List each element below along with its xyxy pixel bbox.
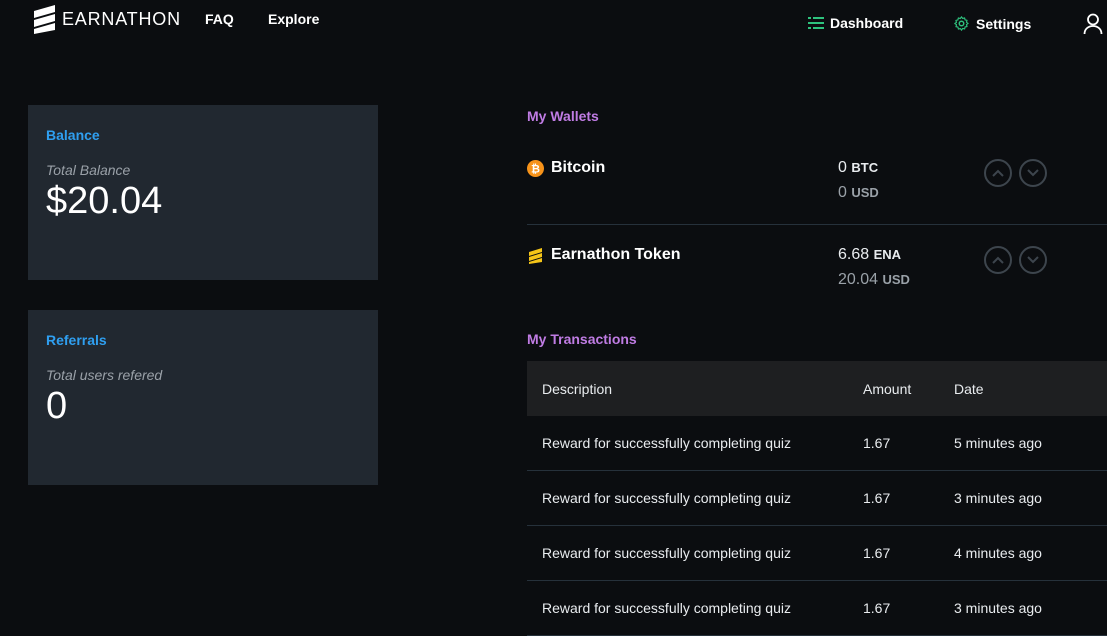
- gear-icon: [954, 16, 969, 31]
- tx-description: Reward for successfully completing quiz: [542, 435, 791, 451]
- wallet-row-earnathon-token: Earnathon Token 6.68 ENA 20.04 USD: [527, 237, 1107, 317]
- tx-amount: 1.67: [863, 490, 891, 506]
- chevron-down-icon: [1027, 256, 1039, 264]
- wallet-send-button[interactable]: [984, 246, 1012, 274]
- wallet-usd-value: 20.04 USD: [838, 271, 910, 288]
- tx-amount: 1.67: [863, 435, 891, 451]
- tx-amount: 1.67: [863, 545, 891, 561]
- brand-logo[interactable]: EARNATHON: [31, 4, 181, 34]
- nav-dashboard-link[interactable]: Dashboard: [808, 15, 903, 31]
- table-row: Reward for successfully completing quiz …: [527, 471, 1107, 526]
- nav-settings-link[interactable]: Settings: [953, 15, 1031, 32]
- table-row: Reward for successfully completing quiz …: [527, 526, 1107, 581]
- chevron-up-icon: [992, 256, 1004, 264]
- earnathon-logo-icon: [34, 5, 55, 34]
- wallet-receive-button[interactable]: [1019, 159, 1047, 187]
- table-row: Reward for successfully completing quiz …: [527, 581, 1107, 636]
- wallet-usd-value: 0 USD: [838, 184, 879, 201]
- bitcoin-icon: ₿: [527, 160, 544, 177]
- dashboard-icon: [808, 17, 824, 29]
- tx-date: 5 minutes ago: [954, 435, 1042, 451]
- wallets-section-title: My Wallets: [527, 108, 599, 124]
- column-header-date: Date: [954, 380, 984, 397]
- chevron-down-icon: [1027, 169, 1039, 177]
- top-navbar: EARNATHON FAQ Explore Dashboard Settings: [0, 0, 1107, 44]
- brand-name: EARNATHON: [62, 8, 181, 29]
- referrals-value: 0: [46, 385, 68, 427]
- tx-description: Reward for successfully completing quiz: [542, 600, 791, 616]
- dashboard-label: Dashboard: [830, 15, 904, 31]
- table-row: Reward for successfully completing quiz …: [527, 416, 1107, 471]
- user-icon[interactable]: [1083, 13, 1103, 35]
- tx-date: 4 minutes ago: [954, 545, 1042, 561]
- tx-date: 3 minutes ago: [954, 490, 1042, 506]
- chevron-up-icon: [992, 169, 1004, 177]
- wallet-name: Bitcoin: [551, 159, 606, 176]
- svg-text:₿: ₿: [531, 164, 540, 176]
- wallet-row-bitcoin: ₿ Bitcoin 0 BTC 0 USD: [527, 150, 1107, 230]
- wallet-amount: 0 BTC: [838, 159, 879, 176]
- balance-value: $20.04: [46, 180, 163, 222]
- referrals-card: Referrals Total users refered 0: [28, 310, 378, 485]
- settings-label: Settings: [976, 15, 1032, 32]
- balance-subtitle: Total Balance: [46, 162, 131, 178]
- column-header-amount: Amount: [863, 380, 912, 397]
- nav-faq-link[interactable]: FAQ: [205, 11, 234, 27]
- transactions-table: Description Amount Date Reward for succe…: [527, 361, 1107, 636]
- tx-amount: 1.67: [863, 600, 891, 616]
- tx-date: 3 minutes ago: [954, 600, 1042, 616]
- wallet-receive-button[interactable]: [1019, 246, 1047, 274]
- tx-description: Reward for successfully completing quiz: [542, 545, 791, 561]
- balance-title: Balance: [46, 127, 100, 143]
- wallet-divider: [527, 224, 1107, 225]
- wallet-name: Earnathon Token: [551, 246, 681, 263]
- transactions-section-title: My Transactions: [527, 331, 637, 347]
- balance-card: Balance Total Balance $20.04: [28, 105, 378, 280]
- wallet-send-button[interactable]: [984, 159, 1012, 187]
- earnathon-token-icon: [529, 248, 542, 264]
- tx-description: Reward for successfully completing quiz: [542, 490, 791, 506]
- nav-explore-link[interactable]: Explore: [268, 11, 319, 27]
- column-header-description: Description: [542, 380, 613, 397]
- referrals-title: Referrals: [46, 332, 107, 348]
- referrals-subtitle: Total users refered: [46, 367, 163, 383]
- wallet-amount: 6.68 ENA: [838, 246, 902, 263]
- table-header: Description Amount Date: [527, 361, 1107, 416]
